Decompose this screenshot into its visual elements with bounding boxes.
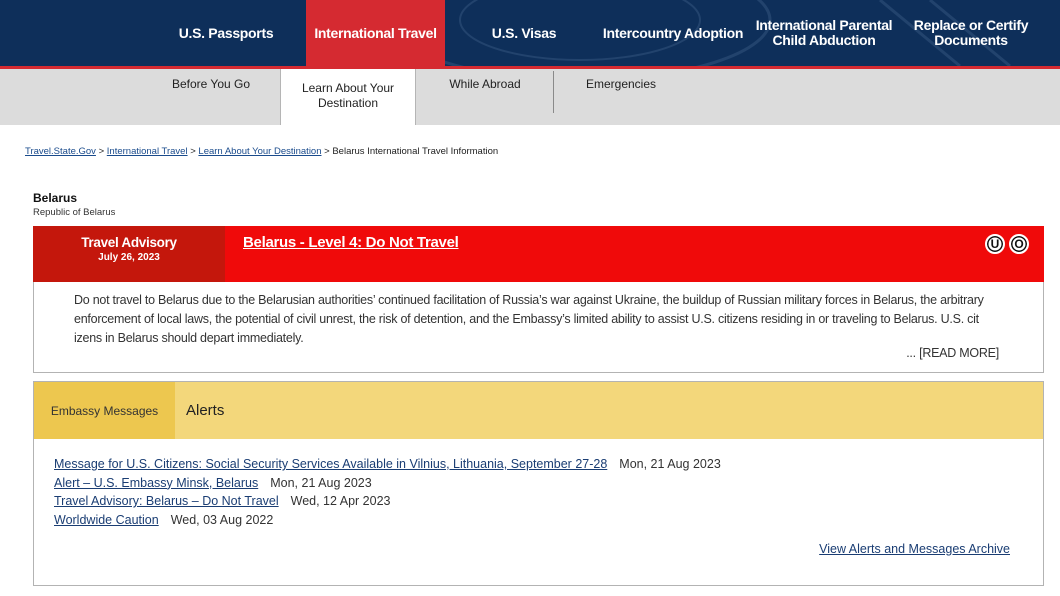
advisory-title-link[interactable]: Belarus - Level 4: Do Not Travel [243,234,459,251]
alert-date: Wed, 03 Aug 2022 [170,512,274,527]
alert-link[interactable]: Alert – U.S. Embassy Minsk, Belarus [54,476,258,490]
tab-alerts[interactable]: Alerts [186,382,224,439]
tab-embassy-messages[interactable]: Embassy Messages [34,382,175,439]
nav-us-visas[interactable]: U.S. Visas [478,0,570,66]
nav-replace-certify-documents[interactable]: Replace or Certify Documents [906,0,1036,66]
subnav-while-abroad[interactable]: While Abroad [440,77,530,92]
advisory-date: July 26, 2023 [98,252,160,263]
travel-advisory-banner: Travel Advisory July 26, 2023 Belarus - … [33,226,1044,282]
breadcrumb-separator: > [190,146,196,157]
sub-navigation: Before You Go Learn About Your Destinati… [0,69,1060,125]
alert-date: Mon, 21 Aug 2023 [270,475,372,490]
archive-link[interactable]: View Alerts and Messages Archive [819,542,1010,556]
nav-international-travel[interactable]: International Travel [306,0,445,66]
nav-child-abduction[interactable]: International Parental Child Abduction [752,0,896,66]
advisory-body-text: Do not travel to Belarus due to the Bela… [74,293,984,345]
alerts-tab-bar: Embassy Messages Alerts [34,382,1043,439]
list-item: Message for U.S. Citizens: Social Securi… [54,455,721,474]
breadcrumb-link-international-travel[interactable]: International Travel [107,146,188,157]
other-icon[interactable]: O [1009,234,1029,254]
breadcrumb-link-destination[interactable]: Learn About Your Destination [198,146,321,157]
subnav-before-you-go[interactable]: Before You Go [165,77,257,92]
nav-us-passports[interactable]: U.S. Passports [170,0,282,66]
breadcrumb: Travel.State.Gov > International Travel … [25,146,498,157]
country-official-name: Republic of Belarus [33,207,116,218]
advisory-summary: Do not travel to Belarus due to the Bela… [33,282,1044,373]
alert-link[interactable]: Message for U.S. Citizens: Social Securi… [54,457,607,471]
alert-link[interactable]: Worldwide Caution [54,513,159,527]
subnav-divider [553,71,554,113]
alert-link[interactable]: Travel Advisory: Belarus – Do Not Travel [54,494,279,508]
list-item: Worldwide Caution Wed, 03 Aug 2022 [54,511,721,530]
subnav-emergencies[interactable]: Emergencies [578,77,664,92]
list-item: Alert – U.S. Embassy Minsk, Belarus Mon, … [54,474,721,493]
alerts-list: Message for U.S. Citizens: Social Securi… [54,455,721,529]
advisory-label: Travel Advisory [81,235,177,250]
read-more-link[interactable]: ... [READ MORE] [906,344,999,363]
breadcrumb-current: Belarus International Travel Information [332,146,499,157]
breadcrumb-separator: > [98,146,105,157]
alerts-messages-panel: Embassy Messages Alerts Message for U.S.… [33,381,1044,586]
breadcrumb-separator: > [324,146,330,157]
list-item: Travel Advisory: Belarus – Do Not Travel… [54,492,721,511]
breadcrumb-link-home[interactable]: Travel.State.Gov [25,146,96,157]
unrest-icon[interactable]: U [985,234,1005,254]
alert-date: Wed, 12 Apr 2023 [290,494,391,508]
top-navigation: U.S. Passports International Travel U.S.… [0,0,1060,66]
advisory-label-block: Travel Advisory July 26, 2023 [33,226,225,282]
nav-intercountry-adoption[interactable]: Intercountry Adoption [600,0,746,66]
subnav-learn-about-destination[interactable]: Learn About Your Destination [280,69,416,125]
alert-date: Mon, 21 Aug 2023 [619,457,721,471]
country-name: Belarus [33,191,78,205]
